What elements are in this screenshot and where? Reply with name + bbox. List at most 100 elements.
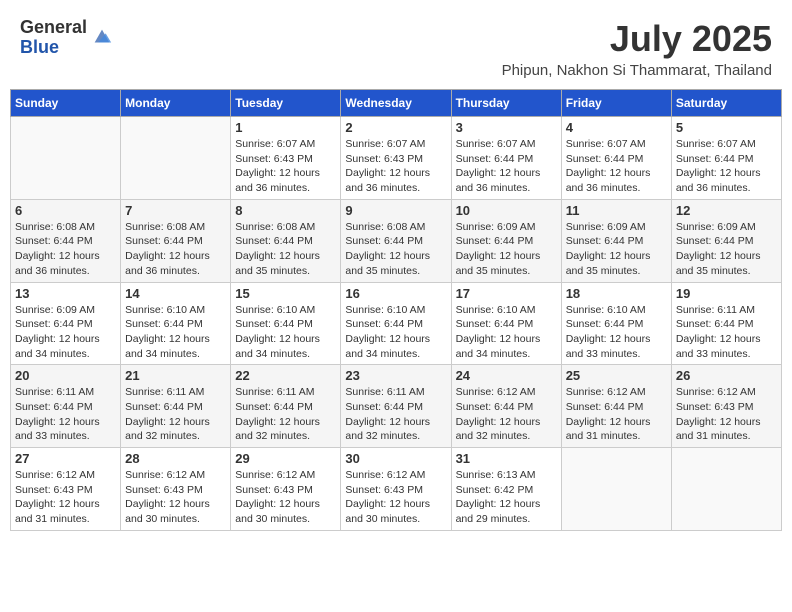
sunrise-text: Sunrise: 6:08 AM xyxy=(235,220,336,235)
sunrise-text: Sunrise: 6:10 AM xyxy=(125,303,226,318)
calendar-cell: 15Sunrise: 6:10 AMSunset: 6:44 PMDayligh… xyxy=(231,282,341,365)
sunrise-text: Sunrise: 6:12 AM xyxy=(235,468,336,483)
calendar-week-row: 13Sunrise: 6:09 AMSunset: 6:44 PMDayligh… xyxy=(11,282,782,365)
day-number: 10 xyxy=(456,203,557,218)
sunset-text: Sunset: 6:42 PM xyxy=(456,483,557,498)
day-detail: Sunrise: 6:13 AMSunset: 6:42 PMDaylight:… xyxy=(456,468,557,527)
calendar-cell: 23Sunrise: 6:11 AMSunset: 6:44 PMDayligh… xyxy=(341,365,451,448)
day-number: 30 xyxy=(345,451,446,466)
calendar-cell xyxy=(561,448,671,531)
sunrise-text: Sunrise: 6:07 AM xyxy=(456,137,557,152)
calendar-cell: 12Sunrise: 6:09 AMSunset: 6:44 PMDayligh… xyxy=(671,199,781,282)
day-detail: Sunrise: 6:10 AMSunset: 6:44 PMDaylight:… xyxy=(345,303,446,362)
daylight-text: Daylight: 12 hours and 32 minutes. xyxy=(345,415,446,444)
sunrise-text: Sunrise: 6:11 AM xyxy=(125,385,226,400)
day-number: 9 xyxy=(345,203,446,218)
daylight-text: Daylight: 12 hours and 33 minutes. xyxy=(566,332,667,361)
sunset-text: Sunset: 6:44 PM xyxy=(566,234,667,249)
day-detail: Sunrise: 6:07 AMSunset: 6:44 PMDaylight:… xyxy=(676,137,777,196)
sunset-text: Sunset: 6:43 PM xyxy=(235,483,336,498)
sunrise-text: Sunrise: 6:09 AM xyxy=(566,220,667,235)
sunrise-text: Sunrise: 6:10 AM xyxy=(235,303,336,318)
sunset-text: Sunset: 6:44 PM xyxy=(125,234,226,249)
sunset-text: Sunset: 6:44 PM xyxy=(456,152,557,167)
day-detail: Sunrise: 6:12 AMSunset: 6:43 PMDaylight:… xyxy=(15,468,116,527)
daylight-text: Daylight: 12 hours and 31 minutes. xyxy=(566,415,667,444)
calendar-week-row: 20Sunrise: 6:11 AMSunset: 6:44 PMDayligh… xyxy=(11,365,782,448)
calendar-cell: 4Sunrise: 6:07 AMSunset: 6:44 PMDaylight… xyxy=(561,117,671,200)
sunrise-text: Sunrise: 6:11 AM xyxy=(676,303,777,318)
sunset-text: Sunset: 6:43 PM xyxy=(235,152,336,167)
daylight-text: Daylight: 12 hours and 34 minutes. xyxy=(345,332,446,361)
day-number: 15 xyxy=(235,286,336,301)
day-number: 27 xyxy=(15,451,116,466)
calendar-cell: 11Sunrise: 6:09 AMSunset: 6:44 PMDayligh… xyxy=(561,199,671,282)
sunrise-text: Sunrise: 6:09 AM xyxy=(15,303,116,318)
calendar-cell: 30 Sunrise: 6:12 AMSunset: 6:43 PMDayligh… xyxy=(341,448,451,531)
sunrise-text: Sunrise: 6:10 AM xyxy=(566,303,667,318)
calendar-cell: 2Sunrise: 6:07 AMSunset: 6:43 PMDaylight… xyxy=(341,117,451,200)
calendar-week-row: 27Sunrise: 6:12 AMSunset: 6:43 PMDayligh… xyxy=(11,448,782,531)
day-detail: Sunrise: 6:08 AMSunset: 6:44 PMDaylight:… xyxy=(15,220,116,279)
calendar-cell: 27 Sunrise: 6:12 AMSunset: 6:43 PMDayligh… xyxy=(11,448,121,531)
calendar-cell xyxy=(11,117,121,200)
month-title: July 2025 xyxy=(502,18,772,60)
logo: General Blue xyxy=(20,18,113,58)
day-number: 4 xyxy=(566,120,667,135)
sunset-text: Sunset: 6:44 PM xyxy=(345,317,446,332)
calendar-cell: 21Sunrise: 6:11 AMSunset: 6:44 PMDayligh… xyxy=(121,365,231,448)
day-detail: Sunrise: 6:10 AMSunset: 6:44 PMDaylight:… xyxy=(456,303,557,362)
daylight-text: Daylight: 12 hours and 35 minutes. xyxy=(676,249,777,278)
day-number: 17 xyxy=(456,286,557,301)
sunrise-text: Sunrise: 6:09 AM xyxy=(456,220,557,235)
logo-general-text: General xyxy=(20,18,87,38)
calendar-cell: 25Sunrise: 6:12 AMSunset: 6:44 PMDayligh… xyxy=(561,365,671,448)
calendar-cell: 9 Sunrise: 6:08 AMSunset: 6:44 PMDaylight… xyxy=(341,199,451,282)
daylight-text: Daylight: 12 hours and 30 minutes. xyxy=(125,497,226,526)
calendar-cell: 6Sunrise: 6:08 AMSunset: 6:44 PMDaylight… xyxy=(11,199,121,282)
day-detail: Sunrise: 6:09 AMSunset: 6:44 PMDaylight:… xyxy=(566,220,667,279)
calendar-cell: 31 Sunrise: 6:13 AMSunset: 6:42 PMDayligh… xyxy=(451,448,561,531)
sunset-text: Sunset: 6:44 PM xyxy=(456,317,557,332)
day-number: 31 xyxy=(456,451,557,466)
day-detail: Sunrise: 6:08 AMSunset: 6:44 PMDaylight:… xyxy=(345,220,446,279)
sunrise-text: Sunrise: 6:07 AM xyxy=(235,137,336,152)
daylight-text: Daylight: 12 hours and 36 minutes. xyxy=(15,249,116,278)
day-detail: Sunrise: 6:08 AMSunset: 6:44 PMDaylight:… xyxy=(235,220,336,279)
daylight-text: Daylight: 12 hours and 35 minutes. xyxy=(235,249,336,278)
sunrise-text: Sunrise: 6:12 AM xyxy=(676,385,777,400)
day-detail: Sunrise: 6:12 AMSunset: 6:43 PMDaylight:… xyxy=(676,385,777,444)
day-detail: Sunrise: 6:07 AMSunset: 6:44 PMDaylight:… xyxy=(456,137,557,196)
sunrise-text: Sunrise: 6:09 AM xyxy=(676,220,777,235)
sunrise-text: Sunrise: 6:08 AM xyxy=(15,220,116,235)
daylight-text: Daylight: 12 hours and 34 minutes. xyxy=(15,332,116,361)
day-number: 18 xyxy=(566,286,667,301)
sunset-text: Sunset: 6:44 PM xyxy=(566,152,667,167)
day-number: 16 xyxy=(345,286,446,301)
sunrise-text: Sunrise: 6:07 AM xyxy=(676,137,777,152)
sunrise-text: Sunrise: 6:11 AM xyxy=(15,385,116,400)
calendar-cell: 22Sunrise: 6:11 AMSunset: 6:44 PMDayligh… xyxy=(231,365,341,448)
day-detail: Sunrise: 6:07 AMSunset: 6:43 PMDaylight:… xyxy=(345,137,446,196)
calendar-cell: 10Sunrise: 6:09 AMSunset: 6:44 PMDayligh… xyxy=(451,199,561,282)
daylight-text: Daylight: 12 hours and 34 minutes. xyxy=(235,332,336,361)
day-detail: Sunrise: 6:12 AMSunset: 6:44 PMDaylight:… xyxy=(456,385,557,444)
day-number: 1 xyxy=(235,120,336,135)
daylight-text: Daylight: 12 hours and 34 minutes. xyxy=(125,332,226,361)
sunrise-text: Sunrise: 6:10 AM xyxy=(345,303,446,318)
day-number: 14 xyxy=(125,286,226,301)
daylight-text: Daylight: 12 hours and 31 minutes. xyxy=(15,497,116,526)
calendar-cell: 29Sunrise: 6:12 AMSunset: 6:43 PMDayligh… xyxy=(231,448,341,531)
day-detail: Sunrise: 6:09 AMSunset: 6:44 PMDaylight:… xyxy=(15,303,116,362)
logo-blue-text: Blue xyxy=(20,38,87,58)
calendar-week-row: 1 Sunrise: 6:07 AMSunset: 6:43 PMDaylight… xyxy=(11,117,782,200)
sunset-text: Sunset: 6:44 PM xyxy=(15,317,116,332)
day-detail: Sunrise: 6:11 AMSunset: 6:44 PMDaylight:… xyxy=(125,385,226,444)
calendar-header-saturday: Saturday xyxy=(671,90,781,117)
daylight-text: Daylight: 12 hours and 35 minutes. xyxy=(566,249,667,278)
sunrise-text: Sunrise: 6:11 AM xyxy=(235,385,336,400)
calendar-cell: 5Sunrise: 6:07 AMSunset: 6:44 PMDaylight… xyxy=(671,117,781,200)
calendar-cell: 26Sunrise: 6:12 AMSunset: 6:43 PMDayligh… xyxy=(671,365,781,448)
day-detail: Sunrise: 6:12 AMSunset: 6:44 PMDaylight:… xyxy=(566,385,667,444)
day-detail: Sunrise: 6:12 AMSunset: 6:43 PMDaylight:… xyxy=(345,468,446,527)
